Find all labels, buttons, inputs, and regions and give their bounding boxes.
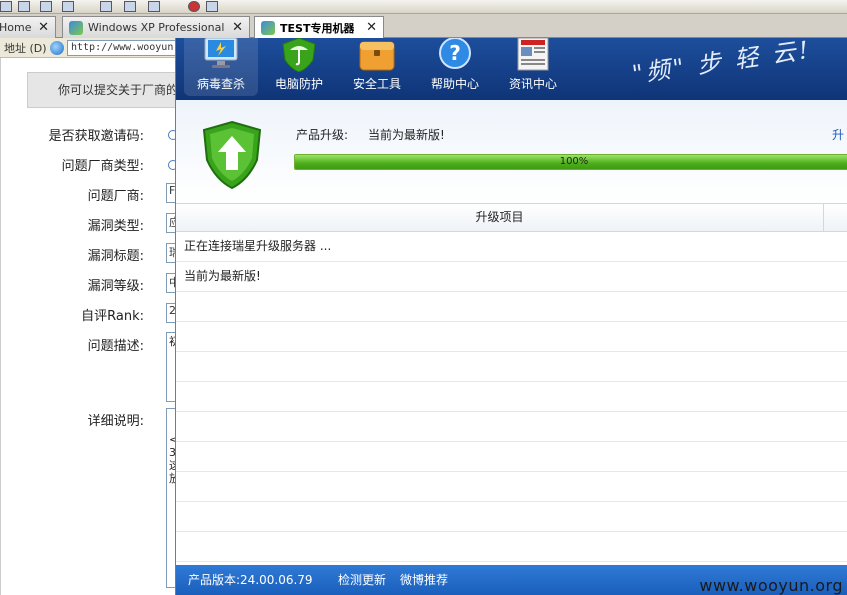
nav-label: 帮助中心 [430, 77, 479, 91]
upgrade-label: 产品升级: [296, 128, 349, 142]
toolbar-button-icon[interactable] [124, 1, 136, 12]
antivirus-window: "频" 步 轻 云! 病毒查杀 电脑防护 安全工具 ? 帮助中心 资讯中心 产品… [175, 38, 847, 595]
news-icon [517, 38, 549, 71]
app-header: "频" 步 轻 云! 病毒查杀 电脑防护 安全工具 ? 帮助中心 资讯中心 [176, 38, 847, 100]
product-version: 产品版本:24.00.06.79 [188, 573, 313, 587]
ie-page-icon [50, 40, 64, 55]
list-item [176, 322, 847, 352]
close-icon[interactable]: ✕ [366, 20, 377, 35]
nav-label: 病毒查杀 [196, 77, 245, 91]
check-update-link[interactable]: 检测更新 [338, 565, 386, 595]
nav-news-center[interactable]: 资讯中心 [496, 38, 570, 96]
form-label: 漏洞标题: [87, 249, 144, 264]
form-label: 漏洞类型: [87, 219, 144, 234]
list-item [176, 292, 847, 322]
list-item [176, 412, 847, 442]
address-label: 地址 (D) [4, 41, 47, 55]
list-item: 正在连接瑞星升级服务器 ... [176, 232, 847, 262]
slogan: "频" 步 轻 云! [630, 38, 814, 89]
nav-label: 安全工具 [352, 77, 401, 91]
umbrella-shield-icon [282, 38, 316, 72]
upgrade-progress-bar: 100% [294, 154, 847, 170]
list-item [176, 472, 847, 502]
nav-label: 资讯中心 [508, 77, 557, 91]
tab-test-machine[interactable]: TEST专用机器 ✕ [254, 16, 384, 39]
upgrade-link[interactable]: 升 [832, 126, 844, 143]
shield-upgrade-icon [202, 120, 262, 190]
record-icon[interactable] [188, 1, 200, 12]
address-input[interactable]: http://www.wooyun [67, 39, 176, 56]
nav-label: 电脑防护 [274, 77, 323, 91]
list-item: 当前为最新版! [176, 262, 847, 292]
vm-toolbar [0, 0, 847, 14]
help-icon: ? [439, 38, 471, 69]
address-bar: 地址 (D) http://www.wooyun [0, 38, 176, 58]
notice-banner: 你可以提交关于厂商的 [27, 72, 187, 108]
toolbar-button-icon[interactable] [100, 1, 112, 12]
weibo-link[interactable]: 微博推荐 [400, 565, 448, 595]
vm-tab-bar: Home ✕ Windows XP Professional ✕ TEST专用机… [0, 14, 847, 39]
list-item [176, 352, 847, 382]
monitor-icon [204, 38, 238, 68]
vm-icon [261, 21, 275, 35]
progress-text: 100% [559, 156, 589, 167]
tab-label: Home [0, 21, 32, 34]
form-label: 问题厂商类型: [61, 159, 144, 174]
form-label: 问题描述: [87, 339, 144, 354]
list-item [176, 502, 847, 532]
tab-label: TEST专用机器 [280, 22, 355, 35]
form-label: 自评Rank: [81, 309, 144, 324]
tab-label: Windows XP Professional [88, 21, 225, 34]
vm-icon [69, 20, 83, 35]
list-item [176, 532, 847, 562]
nav-help-center[interactable]: ? 帮助中心 [418, 38, 492, 96]
toolbar-button-icon[interactable] [40, 1, 52, 12]
tab-home[interactable]: Home ✕ [0, 16, 56, 38]
toolbar-button-icon[interactable] [148, 1, 160, 12]
toolbar-button-icon[interactable] [0, 1, 12, 12]
toolbar-button-icon[interactable] [18, 1, 30, 12]
form-label: 问题厂商: [87, 189, 144, 204]
watermark: www.wooyun.org [699, 576, 843, 595]
toolbar-button-icon[interactable] [62, 1, 74, 12]
nav-security-tools[interactable]: 安全工具 [340, 38, 414, 96]
close-icon[interactable]: ✕ [232, 20, 243, 35]
nav-virus-scan[interactable]: 病毒查杀 [184, 38, 258, 96]
toolbar-button-icon[interactable] [206, 1, 218, 12]
toolbox-icon [359, 41, 395, 71]
upgrade-panel: 产品升级: 当前为最新版! 升 100% [176, 100, 847, 204]
screen: Home ✕ Windows XP Professional ✕ TEST专用机… [0, 0, 847, 595]
column-title: 升级项目 [176, 204, 824, 231]
form-label: 详细说明: [87, 414, 144, 429]
tab-windows-xp[interactable]: Windows XP Professional ✕ [62, 16, 250, 38]
close-icon[interactable]: ✕ [38, 20, 49, 35]
list-item [176, 442, 847, 472]
list-item [176, 382, 847, 412]
nav-pc-protection[interactable]: 电脑防护 [262, 38, 336, 96]
form-label: 是否获取邀请码: [48, 129, 144, 144]
form-label: 漏洞等级: [87, 279, 144, 294]
upgrade-status: 当前为最新版! [368, 128, 445, 142]
svg-text:?: ? [449, 41, 461, 65]
upgrade-table-header: 升级项目 [176, 204, 847, 232]
web-form-page: 你可以提交关于厂商的 是否获取邀请码: 问题厂商类型: 问题厂商: F 漏洞类型… [0, 58, 187, 595]
